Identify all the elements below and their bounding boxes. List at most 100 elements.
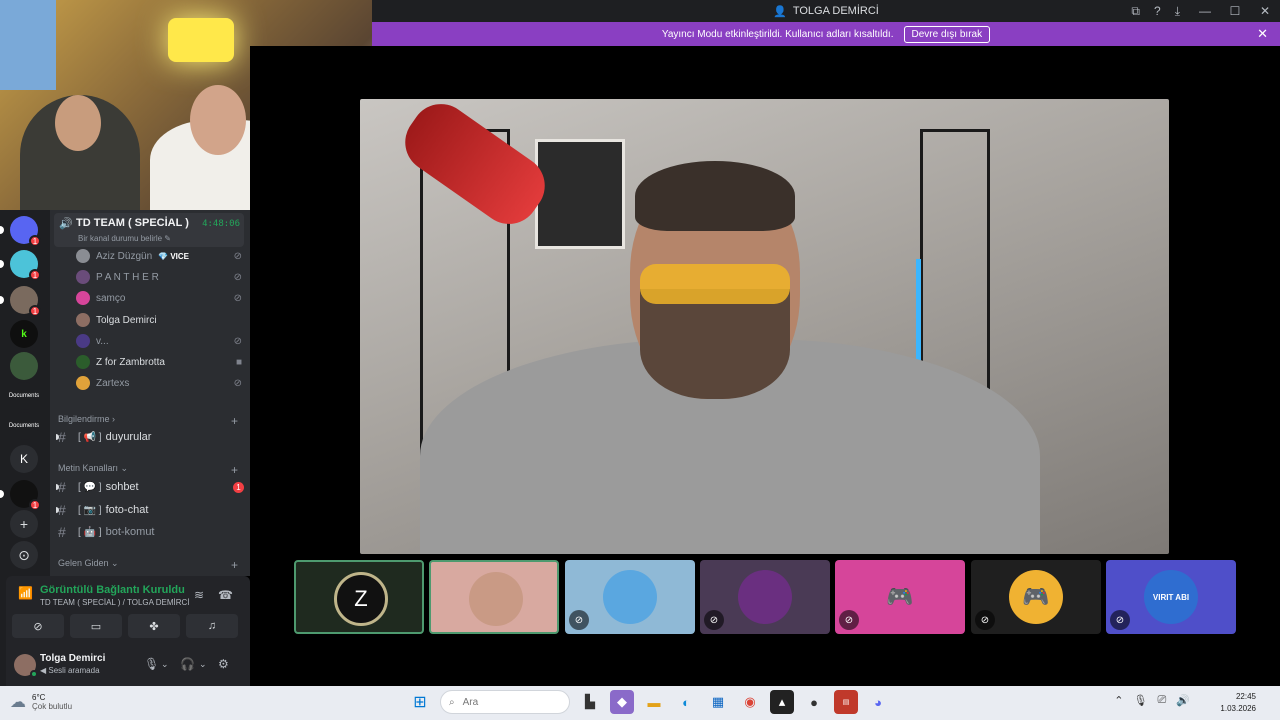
participant-tile[interactable] xyxy=(429,560,559,634)
task-view-icon[interactable]: ▙ xyxy=(578,690,602,714)
server-icon[interactable] xyxy=(10,352,38,380)
voice-member[interactable]: Aziz Düzgün 💎 VICE ⊘ xyxy=(76,246,242,266)
maximize-button[interactable]: ☐ xyxy=(1220,4,1250,18)
voice-member[interactable]: Tolga Demirci xyxy=(76,310,242,330)
add-channel-icon[interactable]: + xyxy=(231,414,238,428)
chrome-icon[interactable]: ◉ xyxy=(738,690,762,714)
voice-member[interactable]: Zartexs ⊘ xyxy=(76,373,242,393)
disable-streamer-mode-button[interactable]: Devre dışı bırak xyxy=(903,25,991,43)
channel-sohbet[interactable]: # [ 💬 ] sohbet 1 xyxy=(56,477,244,497)
help-icon[interactable]: ? xyxy=(1154,4,1161,18)
channel-foto-chat[interactable]: # [ 📷 ] foto-chat xyxy=(56,500,244,520)
start-button[interactable]: ⊞ xyxy=(408,690,432,714)
weather-widget[interactable]: ☁ 6°C Çok bulutlu xyxy=(10,692,72,712)
channel-sidebar: 🔊 TD TEAM ( SPECİAL ) Bir kanal durumu b… xyxy=(50,210,250,576)
download-icon[interactable]: ⤓ xyxy=(1175,4,1180,19)
category-inout[interactable]: Gelen Giden ⌄ + xyxy=(58,558,238,572)
category-text[interactable]: Metin Kanalları ⌄ + xyxy=(58,463,238,477)
headphones-icon[interactable]: 🎧 xyxy=(180,657,195,671)
edge-browser-icon[interactable]: ◐ xyxy=(674,690,698,714)
volume-icon[interactable]: 🔊 xyxy=(1176,694,1190,707)
cloud-icon: ☁ xyxy=(10,694,26,711)
username[interactable]: Tolga Demirci xyxy=(40,653,105,664)
channel-bot-komut[interactable]: # [ 🤖 ] bot-komut xyxy=(58,522,244,542)
close-window-button[interactable]: ✕ xyxy=(1250,4,1280,18)
avatar xyxy=(76,313,90,327)
add-channel-icon[interactable]: + xyxy=(231,463,238,477)
folder-documents-icon[interactable]: Documents xyxy=(9,412,39,440)
muted-icon: ⊘ xyxy=(233,377,242,389)
participant-tile[interactable]: ⊘ xyxy=(565,560,695,634)
chevron-down-icon[interactable]: ⌄ xyxy=(199,659,207,670)
member-name: Tolga Demirci xyxy=(96,314,157,326)
participant-tile[interactable]: Z xyxy=(294,560,424,634)
participant-tile[interactable]: 🎮 ⊘ xyxy=(835,560,965,634)
close-banner-icon[interactable]: ✕ xyxy=(1257,26,1268,42)
store-icon[interactable]: ▦ xyxy=(706,690,730,714)
server-icon[interactable]: 1 xyxy=(0,250,41,281)
add-server-button[interactable]: + xyxy=(10,510,38,538)
obs-icon[interactable]: ● xyxy=(802,690,826,714)
discover-servers-button[interactable]: ⊙ xyxy=(10,541,38,569)
user-status: ◀ Sesli aramada xyxy=(40,666,100,675)
file-explorer-icon[interactable]: ▬ xyxy=(642,690,666,714)
server-badge: 1 xyxy=(29,499,41,511)
avatar xyxy=(76,270,90,284)
participant-tile[interactable]: VIRIT ABI ⊘ xyxy=(1106,560,1236,634)
app-icon[interactable]: ▴ xyxy=(770,690,794,714)
server-icon[interactable]: 1 xyxy=(0,480,41,511)
screen-share-icon[interactable]: ⧉ xyxy=(1131,4,1140,19)
server-k-icon[interactable]: K xyxy=(10,445,38,473)
chevron-down-icon[interactable]: ⌄ xyxy=(161,659,169,670)
main-video-stream[interactable] xyxy=(360,99,1169,554)
folder-documents-icon[interactable]: Documents xyxy=(9,382,39,410)
activities-button[interactable]: ✤ xyxy=(128,614,180,638)
voice-channel-header[interactable]: 🔊 TD TEAM ( SPECİAL ) Bir kanal durumu b… xyxy=(54,213,244,247)
voice-member[interactable]: P A N T H E R ⊘ xyxy=(76,267,242,287)
server-badge: 1 xyxy=(29,235,41,247)
avatar[interactable] xyxy=(14,654,38,678)
window-title-text: TOLGA DEMİRCİ xyxy=(792,5,879,17)
noise-suppression-icon[interactable]: ≋ xyxy=(194,588,204,602)
disconnect-icon[interactable]: ☎ xyxy=(218,588,233,602)
channel-emoji: [ 📢 ] xyxy=(78,431,102,443)
microphone-tray-icon[interactable]: 🎙 xyxy=(1134,694,1148,707)
kick-server-icon[interactable]: k xyxy=(10,320,38,348)
server-icon[interactable]: 1 xyxy=(0,216,41,247)
signal-icon[interactable]: 📶 xyxy=(18,586,33,600)
settings-gear-icon[interactable]: ⚙ xyxy=(218,657,229,671)
voice-member[interactable]: Z for Zambrotta ■ xyxy=(76,352,242,372)
minimize-button[interactable]: — xyxy=(1190,4,1220,18)
tile-avatar xyxy=(603,570,657,624)
camera-off-button[interactable]: ⊘ xyxy=(12,614,64,638)
channel-name: foto-chat xyxy=(105,504,149,516)
channel-status[interactable]: Bir kanal durumu belirle ✎ xyxy=(78,234,171,243)
chevron-up-icon[interactable]: ⌃ xyxy=(1114,694,1123,707)
network-icon[interactable]: ⎚ xyxy=(1157,694,1166,707)
voice-member[interactable]: v... ⊘ xyxy=(76,331,242,351)
participant-tile[interactable]: ⊘ xyxy=(700,560,830,634)
avatar xyxy=(76,249,90,263)
participant-tile[interactable]: 🎮 ⊘ xyxy=(971,560,1101,634)
person-glasses xyxy=(640,264,790,304)
search-icon: ⌕ xyxy=(449,696,455,708)
app-icon[interactable]: ▤ xyxy=(834,690,858,714)
voice-member[interactable]: samço ⊘ xyxy=(76,288,242,308)
copilot-icon[interactable]: ◆ xyxy=(610,690,634,714)
category-info[interactable]: Bilgilendirme › + xyxy=(58,414,238,428)
connection-status[interactable]: Görüntülü Bağlantı Kuruldu xyxy=(40,584,185,596)
microphone-icon[interactable]: 🎙 xyxy=(144,657,159,671)
taskbar-clock[interactable]: 22:45 1.03.2026 xyxy=(1220,691,1256,715)
user-panel: Tolga Demirci ◀ Sesli aramada 🎙 ⌄ 🎧 ⌄ ⚙ xyxy=(6,646,250,686)
muted-icon: ⊘ xyxy=(233,250,242,262)
channel-duyurular[interactable]: # [ 📢 ] duyurular xyxy=(56,427,244,447)
soundboard-button[interactable]: ♫ xyxy=(186,614,238,638)
channel-name: duyurular xyxy=(105,431,152,443)
discord-taskbar-icon[interactable]: ◕ xyxy=(866,690,890,714)
category-label: Gelen Giden ⌄ xyxy=(58,558,119,568)
screen-share-button[interactable]: ▭ xyxy=(70,614,122,638)
add-channel-icon[interactable]: + xyxy=(231,558,238,572)
taskbar-search[interactable]: ⌕ Ara xyxy=(440,690,570,714)
server-icon[interactable]: 1 xyxy=(0,286,41,317)
muted-icon: ⊘ xyxy=(1110,610,1130,630)
